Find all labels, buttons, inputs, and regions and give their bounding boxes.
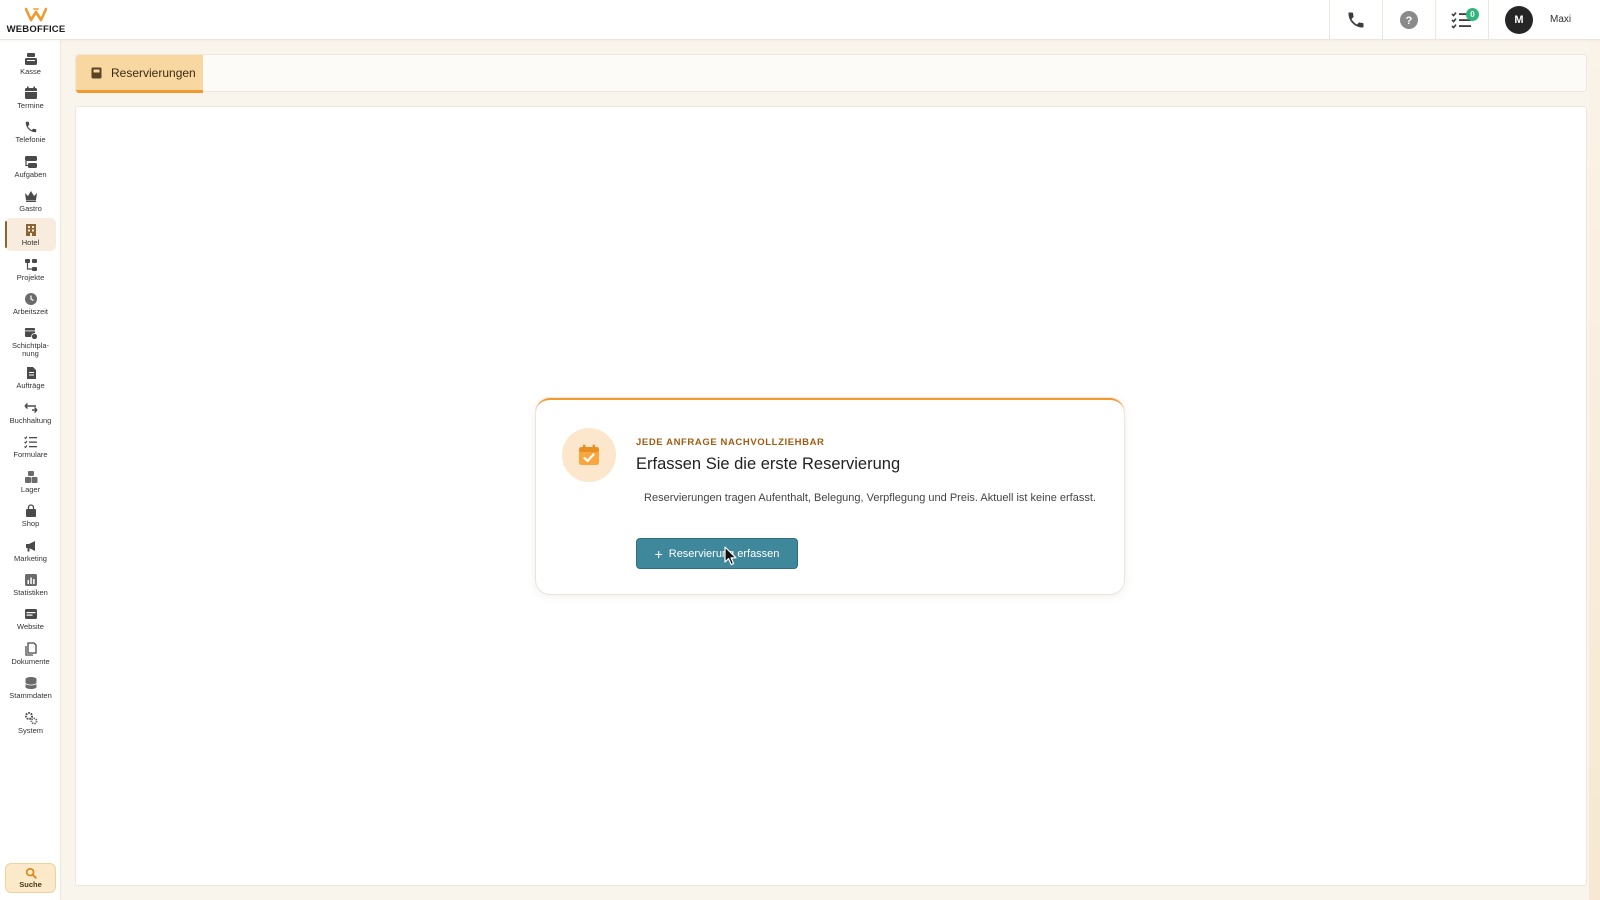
sidebar-item-label: Schichtpla- nung — [11, 341, 50, 358]
sidebar-item-arbeitszeit[interactable]: Arbeitszeit — [5, 287, 56, 317]
sidebar-item-label: Lager — [20, 485, 41, 494]
sidebar-item-kasse[interactable]: Kasse — [5, 47, 56, 77]
sidebar-item-auftraege[interactable]: Aufträge — [5, 361, 56, 391]
gears-icon — [24, 712, 37, 725]
form-list-icon — [23, 436, 37, 449]
plus-icon: + — [654, 545, 663, 562]
sidebar-item-label: Formulare — [13, 450, 48, 459]
user-name: Maxi — [1550, 14, 1572, 25]
sidebar-item-label: Stammdaten — [9, 691, 52, 700]
help-button[interactable]: ? — [1382, 0, 1435, 40]
brand-name: WEBOFFICE — [6, 23, 66, 35]
sidebar-item-dokumente[interactable]: Dokumente — [5, 637, 56, 667]
book-icon — [91, 67, 102, 78]
sidebar-item-lager[interactable]: Lager — [5, 465, 56, 495]
create-reservation-label: Reservierung erfassen — [668, 547, 780, 560]
project-icon — [24, 259, 37, 271]
shopping-bag-icon — [25, 504, 36, 517]
database-icon — [24, 677, 37, 689]
right-edge-decoration — [1589, 40, 1600, 900]
sidebar-item-projekte[interactable]: Projekte — [5, 253, 56, 283]
calendar-icon — [24, 86, 37, 99]
tab-label: Reservierungen — [111, 65, 196, 80]
logo-mark-icon — [25, 7, 47, 21]
document-icon — [26, 367, 36, 379]
phone-button[interactable] — [1329, 0, 1382, 40]
sidebar-item-label: Marketing — [14, 554, 47, 563]
sidebar-item-label: Aufträge — [16, 381, 45, 390]
sidebar-item-label: Telefonie — [15, 135, 46, 144]
phone-icon — [25, 121, 36, 133]
browser-icon — [24, 609, 37, 619]
crown-icon — [24, 191, 37, 202]
chart-icon — [24, 574, 37, 586]
empty-state-description: Reservierungen tragen Aufenthalt, Belegu… — [644, 492, 1096, 504]
avatar: M — [1505, 5, 1533, 34]
sidebar-item-termine[interactable]: Termine — [5, 81, 56, 111]
sidebar-item-marketing[interactable]: Marketing — [5, 534, 56, 564]
help-icon: ? — [1400, 10, 1418, 29]
sidebar-item-telefonie[interactable]: Telefonie — [5, 115, 56, 145]
sidebar-item-label: Projekte — [16, 273, 45, 282]
phone-icon — [1348, 12, 1364, 27]
sidebar-item-website[interactable]: Website — [5, 602, 56, 632]
top-bar: WEBOFFICE ? 0 M Maxi — [0, 0, 1600, 40]
sidebar-item-label: Termine — [17, 101, 44, 110]
clock-icon — [24, 293, 37, 305]
files-icon — [24, 642, 37, 656]
calendar-check-icon — [579, 444, 599, 465]
boxes-icon — [24, 471, 37, 483]
sidebar-item-label: Website — [17, 622, 44, 631]
sidebar-item-hotel[interactable]: Hotel — [5, 218, 56, 251]
sidebar-item-statistiken[interactable]: Statistiken — [5, 568, 56, 598]
arrows-icon — [24, 403, 37, 413]
sidebar-item-stammdaten[interactable]: Stammdaten — [5, 671, 56, 701]
cash-register-icon — [24, 53, 37, 65]
user-menu[interactable]: M Maxi — [1488, 0, 1600, 40]
empty-state-eyebrow: JEDE ANFRAGE NACHVOLLZIEHBAR — [636, 437, 825, 448]
empty-state-icon — [562, 428, 616, 482]
create-reservation-button[interactable]: + Reservierung erfassen — [636, 538, 798, 569]
sidebar-item-schichtplanung[interactable]: Schichtpla- nung — [5, 321, 56, 359]
sidebar-item-aufgaben[interactable]: Aufgaben — [5, 150, 56, 180]
sidebar-item-formulare[interactable]: Formulare — [5, 430, 56, 460]
sidebar-item-label: Hotel — [21, 238, 40, 247]
sidebar-item-system[interactable]: System — [5, 706, 56, 736]
shift-plan-icon — [24, 328, 38, 340]
sidebar-item-label: Shop — [21, 519, 40, 528]
empty-state-card: JEDE ANFRAGE NACHVOLLZIEHBAR Erfassen Si… — [536, 398, 1124, 594]
tab-bar: Reservierungen — [75, 54, 1587, 93]
sidebar-item-label: Statistiken — [13, 588, 48, 597]
search-button[interactable]: Suche — [5, 863, 56, 893]
sidebar-nav: Kasse Termine Telefonie Aufgaben Gastro … — [0, 40, 61, 900]
sidebar-item-shop[interactable]: Shop — [5, 499, 56, 529]
svg-text:?: ? — [1406, 15, 1413, 27]
search-icon — [25, 867, 37, 879]
hotel-icon — [25, 224, 36, 236]
tasks-icon — [24, 156, 37, 168]
sidebar-item-label: Gastro — [19, 204, 42, 213]
search-label: Suche — [19, 880, 42, 889]
task-count-badge: 0 — [1466, 7, 1479, 21]
sidebar-item-label: Arbeitszeit — [12, 307, 48, 316]
sidebar-item-label: Buchhaltung — [9, 416, 52, 425]
sidebar-item-label: Dokumente — [11, 657, 50, 666]
sidebar-item-label: Kasse — [20, 67, 41, 76]
sidebar-item-gastro[interactable]: Gastro — [5, 184, 56, 214]
empty-state-title: Erfassen Sie die erste Reservierung — [636, 455, 901, 473]
sidebar-item-label: Aufgaben — [14, 170, 47, 179]
sidebar-item-label: System — [17, 726, 43, 735]
megaphone-icon — [25, 541, 35, 552]
task-checklist-button[interactable]: 0 — [1435, 0, 1488, 40]
tab-reservierungen[interactable]: Reservierungen — [76, 55, 203, 93]
brand-logo[interactable]: WEBOFFICE — [0, 0, 72, 40]
sidebar-item-buchhaltung[interactable]: Buchhaltung — [5, 396, 56, 426]
